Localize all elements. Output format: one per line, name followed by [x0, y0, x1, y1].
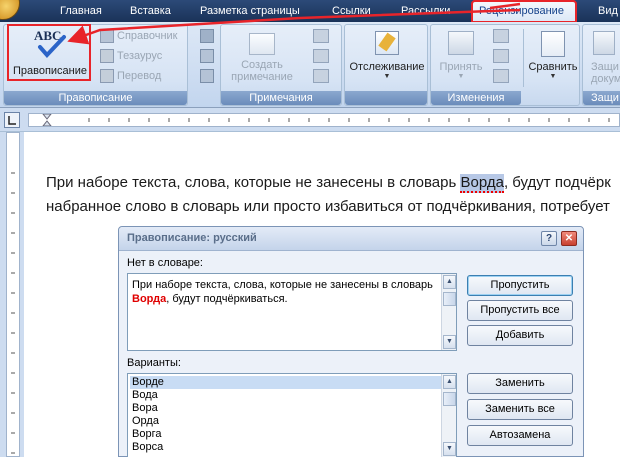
scroll-thumb[interactable] [443, 392, 456, 406]
close-icon[interactable]: ✕ [561, 231, 577, 246]
reject-icon [493, 29, 509, 43]
replace-all-button[interactable]: Заменить все [467, 399, 573, 420]
track-changes-icon [375, 31, 399, 55]
accept-button: Принять ▼ [433, 27, 489, 89]
scroll-thumb[interactable] [443, 292, 456, 306]
changes-group: Принять ▼ Сравнить ▼ Изменения [430, 24, 580, 106]
tracking-dropdown-icon: ▼ [383, 73, 391, 80]
next-change-icon [493, 69, 509, 83]
tab-insert[interactable]: Вставка [124, 3, 177, 22]
spelling-highlight-box [7, 24, 91, 81]
reference-button: Справочник [100, 27, 178, 45]
scroll-down-icon[interactable]: ▼ [443, 442, 456, 456]
spelling-group-label: Правописание [4, 91, 187, 105]
prev-note-icon [313, 49, 329, 63]
tab-review[interactable]: Рецензирование [471, 0, 577, 23]
tab-home[interactable]: Главная [54, 3, 108, 22]
protect-document-button: Защи докум [585, 27, 620, 89]
book-icon [100, 29, 114, 44]
language-icon [200, 29, 214, 43]
suggestions-scrollbar[interactable]: ▲ ▼ [441, 374, 456, 457]
delete-note-icon [313, 29, 329, 43]
add-to-dictionary-button[interactable]: Добавить [467, 325, 573, 346]
skip-all-button[interactable]: Пропустить все [467, 300, 573, 321]
not-in-dictionary-label: Нет в словаре: [127, 257, 203, 269]
next-note-icon [313, 69, 329, 83]
scroll-up-icon[interactable]: ▲ [443, 275, 456, 289]
translate-icon [100, 69, 114, 84]
changes-group-label: Изменения [431, 91, 521, 105]
error-word: Ворда [132, 293, 167, 305]
scroll-up-icon[interactable]: ▲ [443, 375, 456, 389]
tab-selector-icon[interactable] [4, 112, 20, 128]
dialog-titlebar[interactable]: Правописание: русский ? ✕ [119, 227, 583, 251]
office-button[interactable] [0, 0, 20, 20]
suggestion-item[interactable]: Ворде [130, 376, 441, 389]
tab-references[interactable]: Ссылки [326, 3, 377, 22]
previous-change-icon [493, 49, 509, 63]
tracking-button[interactable]: Отслеживание ▼ [347, 27, 427, 89]
thesaurus-icon [100, 49, 114, 64]
vertical-ruler[interactable] [6, 132, 20, 457]
document-line-1: При наборе текста, слова, которые не зан… [46, 174, 611, 193]
compare-dropdown-icon: ▼ [549, 73, 557, 80]
spelling-dialog: Правописание: русский ? ✕ Нет в словаре:… [118, 226, 584, 457]
suggestion-item[interactable]: Ворса [130, 441, 441, 454]
scroll-down-icon[interactable]: ▼ [443, 335, 456, 349]
autocorrect-button[interactable]: Автозамена [467, 425, 573, 446]
not-in-dictionary-textbox[interactable]: При наборе текста, слова, которые не зан… [127, 273, 457, 351]
accept-icon [448, 31, 474, 55]
note-icon [249, 33, 275, 55]
ruler-bar [0, 108, 620, 132]
accept-dropdown-icon: ▼ [457, 73, 465, 80]
suggestion-item[interactable]: Орда [130, 415, 441, 428]
dialog-title: Правописание: русский [127, 232, 257, 244]
replace-button[interactable]: Заменить [467, 373, 573, 394]
tab-view[interactable]: Вид [592, 3, 620, 22]
misspelled-word[interactable]: Ворда [460, 174, 504, 193]
tracking-group: Отслеживание ▼ [344, 24, 428, 106]
abc-123-icon [200, 69, 214, 83]
suggestion-item[interactable]: Ворга [130, 428, 441, 441]
suggestion-item[interactable]: Вора [130, 402, 441, 415]
textbox-scrollbar[interactable]: ▲ ▼ [441, 274, 456, 350]
suggestions-listbox[interactable]: Ворде Вода Вора Орда Ворга Ворса ▲ ▼ [127, 373, 457, 457]
tracking-group-label [345, 91, 427, 105]
tab-page-layout[interactable]: Разметка страницы [194, 3, 306, 22]
ribbon: ABC Правописание Справочник Тезаурус Пер… [0, 22, 620, 108]
notes-group-label: Примечания [221, 91, 341, 105]
help-icon[interactable]: ? [541, 231, 557, 246]
ribbon-tab-bar: Главная Вставка Разметка страницы Ссылки… [0, 0, 620, 23]
compare-button[interactable]: Сравнить ▼ [527, 27, 579, 89]
thesaurus-button: Тезаурус [100, 47, 162, 65]
notes-group: Создать примечание Примечания [220, 24, 342, 106]
protect-group: Защи докум Защи [582, 24, 620, 106]
protect-group-label: Защи [583, 91, 620, 105]
horizontal-ruler[interactable] [28, 113, 620, 127]
create-note-button: Создать примечание [225, 27, 299, 89]
skip-button[interactable]: Пропустить [467, 275, 573, 296]
protect-icon [593, 31, 615, 55]
compare-icon [541, 31, 565, 57]
translate-button: Перевод [100, 67, 161, 85]
suggestion-item[interactable]: Вода [130, 389, 441, 402]
suggestions-label: Варианты: [127, 357, 181, 369]
document-line-2: набранное слово в словарь или просто изб… [46, 198, 610, 215]
word-count-icon [200, 49, 214, 63]
tab-mailings[interactable]: Рассылки [395, 3, 456, 22]
